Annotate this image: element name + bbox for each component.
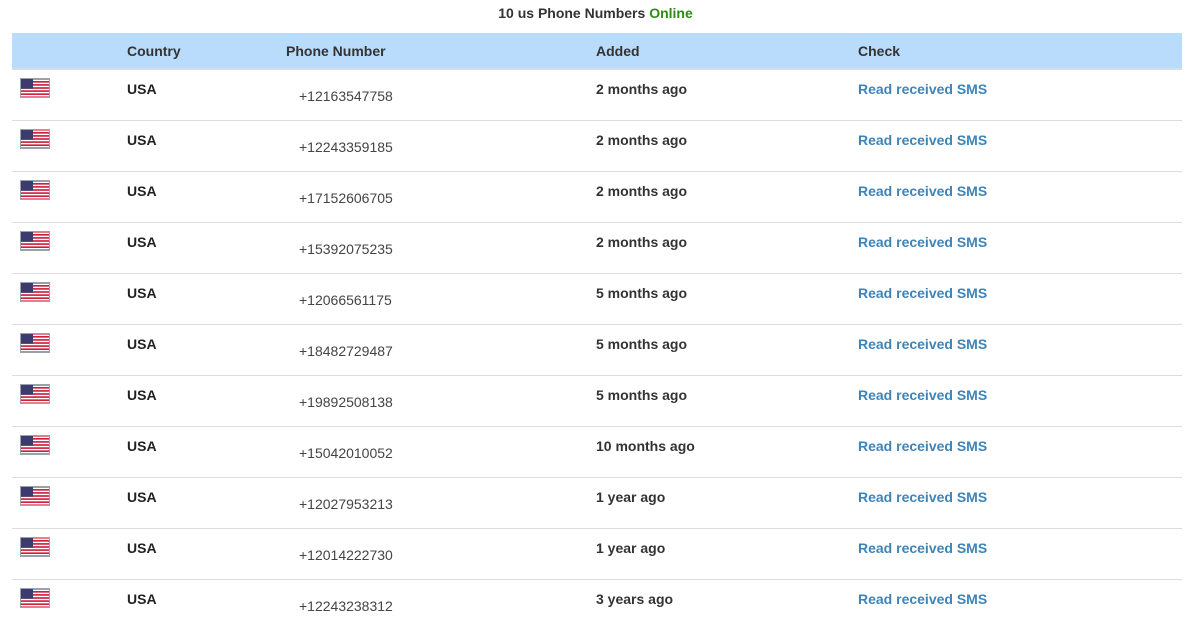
us-flag-icon <box>20 78 50 98</box>
country-cell: USA <box>127 591 157 607</box>
added-cell: 3 years ago <box>596 591 674 607</box>
us-flag-icon <box>20 231 50 251</box>
added-cell: 5 months ago <box>596 336 688 352</box>
read-sms-link[interactable]: Read received SMS <box>858 489 987 505</box>
us-flag-icon <box>20 486 50 506</box>
country-cell: USA <box>127 489 157 505</box>
table-row: USA +12163547758 2 months ago Read received… <box>12 70 1182 121</box>
column-header-check: Check <box>858 43 901 59</box>
us-flag-icon <box>20 435 50 455</box>
added-cell: 1 year ago <box>596 540 666 556</box>
phone-number-cell: +15042010052 <box>299 445 393 461</box>
phone-number-cell: +12163547758 <box>299 88 393 104</box>
table-row: USA +12243359185 2 months ago Read received… <box>12 121 1182 172</box>
phone-numbers-table: Country Phone Number Added Check USA +121… <box>12 33 1182 630</box>
phone-number-cell: +12027953213 <box>299 496 393 512</box>
phone-number-cell: +18482729487 <box>299 343 393 359</box>
table-row: USA +12066561175 5 months ago Read received… <box>12 274 1182 325</box>
country-cell: USA <box>127 81 157 97</box>
added-cell: 10 months ago <box>596 438 695 454</box>
table-row: USA +15392075235 2 months ago Read received… <box>12 223 1182 274</box>
country-cell: USA <box>127 438 157 454</box>
phone-number-cell: +12014222730 <box>299 547 393 563</box>
table-body: USA +12163547758 2 months ago Read received… <box>12 70 1182 630</box>
us-flag-icon <box>20 333 50 353</box>
phone-number-cell: +15392075235 <box>299 241 393 257</box>
us-flag-icon <box>20 588 50 608</box>
column-header-phone-number: Phone Number <box>286 43 386 59</box>
online-status: Online <box>649 5 693 21</box>
read-sms-link[interactable]: Read received SMS <box>858 336 987 352</box>
added-cell: 2 months ago <box>596 132 688 148</box>
table-row: USA +12014222730 1 year ago Read received S… <box>12 529 1182 580</box>
us-flag-icon <box>20 537 50 557</box>
table-row: USA +19892508138 5 months ago Read received… <box>12 376 1182 427</box>
table-row: USA +15042010052 10 months ago Read receive… <box>12 427 1182 478</box>
read-sms-link[interactable]: Read received SMS <box>858 81 987 97</box>
added-cell: 1 year ago <box>596 489 666 505</box>
read-sms-link[interactable]: Read received SMS <box>858 234 987 250</box>
country-cell: USA <box>127 336 157 352</box>
added-cell: 2 months ago <box>596 81 688 97</box>
read-sms-link[interactable]: Read received SMS <box>858 540 987 556</box>
column-header-added: Added <box>596 43 640 59</box>
table-row: USA +12243238312 3 years ago Read received … <box>12 580 1182 630</box>
added-cell: 5 months ago <box>596 387 688 403</box>
table-header: Country Phone Number Added Check <box>12 33 1182 70</box>
read-sms-link[interactable]: Read received SMS <box>858 132 987 148</box>
table-row: USA +18482729487 5 months ago Read received… <box>12 325 1182 376</box>
read-sms-link[interactable]: Read received SMS <box>858 183 987 199</box>
us-flag-icon <box>20 384 50 404</box>
page-title-text: 10 us Phone Numbers <box>498 5 646 21</box>
read-sms-link[interactable]: Read received SMS <box>858 285 987 301</box>
country-cell: USA <box>127 387 157 403</box>
column-header-country: Country <box>127 43 181 59</box>
country-cell: USA <box>127 285 157 301</box>
country-cell: USA <box>127 183 157 199</box>
read-sms-link[interactable]: Read received SMS <box>858 387 987 403</box>
page-title: 10 us Phone Numbers Online <box>0 4 1191 22</box>
country-cell: USA <box>127 234 157 250</box>
added-cell: 2 months ago <box>596 183 688 199</box>
read-sms-link[interactable]: Read received SMS <box>858 438 987 454</box>
us-flag-icon <box>20 180 50 200</box>
phone-number-cell: +12066561175 <box>299 292 392 308</box>
table-row: USA +12027953213 1 year ago Read received S… <box>12 478 1182 529</box>
us-flag-icon <box>20 282 50 302</box>
phone-number-cell: +19892508138 <box>299 394 393 410</box>
added-cell: 5 months ago <box>596 285 688 301</box>
phone-number-cell: +12243238312 <box>299 598 393 614</box>
phone-number-cell: +12243359185 <box>299 139 393 155</box>
country-cell: USA <box>127 132 157 148</box>
added-cell: 2 months ago <box>596 234 688 250</box>
table-row: USA +17152606705 2 months ago Read received… <box>12 172 1182 223</box>
phone-number-cell: +17152606705 <box>299 190 393 206</box>
country-cell: USA <box>127 540 157 556</box>
us-flag-icon <box>20 129 50 149</box>
read-sms-link[interactable]: Read received SMS <box>858 591 987 607</box>
